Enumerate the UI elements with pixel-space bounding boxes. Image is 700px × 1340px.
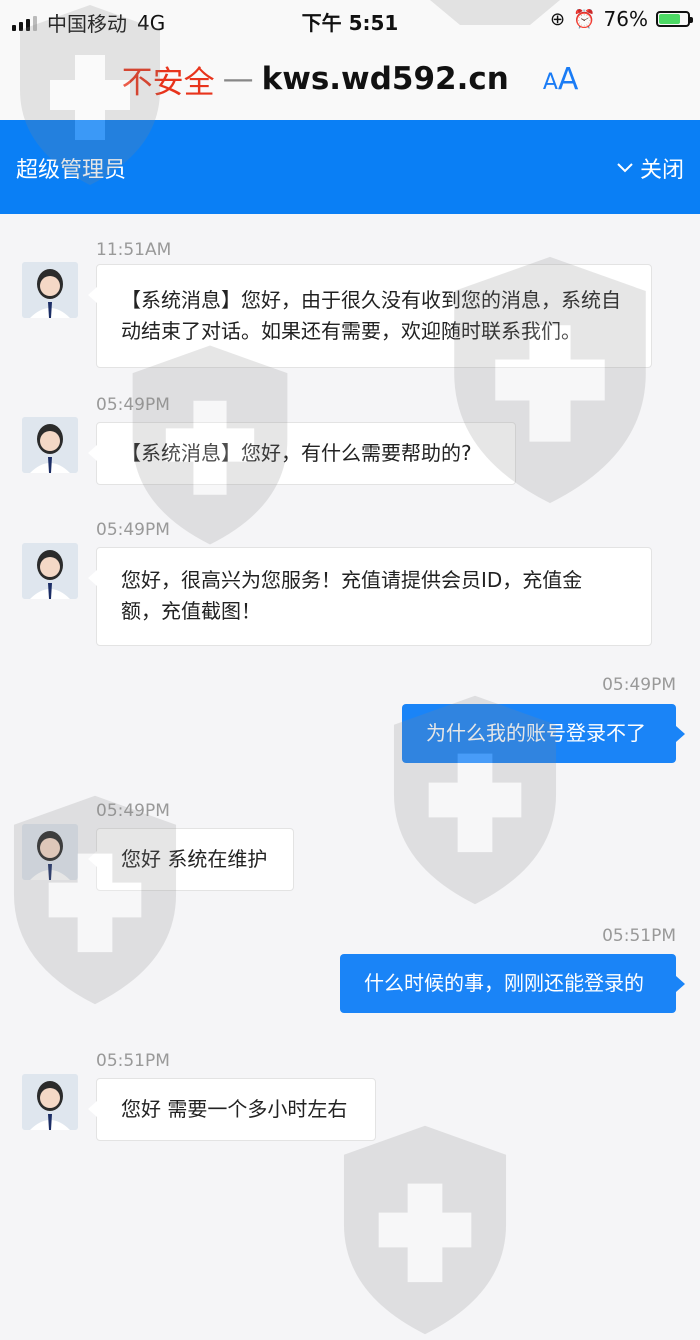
status-bar: 中国移动 4G 下午 5:51 ⊕ ⏰ 76% <box>0 0 700 38</box>
battery-fill <box>659 14 681 24</box>
incoming-message-bubble: 您好，很高兴为您服务！充值请提供会员ID，充值金额，充值截图！ <box>88 547 652 646</box>
battery-icon <box>656 11 693 27</box>
chat-title: 超级管理员 <box>16 158 127 183</box>
rotation-lock-icon: ⊕ <box>550 8 566 30</box>
message-time: 05:49PM <box>96 520 170 540</box>
agent-avatar <box>22 543 78 599</box>
url-text: kws.wd592.cn <box>261 61 509 97</box>
url-separator: — <box>222 61 254 97</box>
battery-percent: 76% <box>603 7 648 31</box>
message-time: 05:49PM <box>96 801 170 821</box>
message-time: 05:51PM <box>602 926 676 946</box>
message-time: 11:51AM <box>96 240 172 260</box>
agent-avatar <box>22 824 78 880</box>
close-label: 关闭 <box>639 158 684 183</box>
agent-avatar <box>22 1074 78 1130</box>
incoming-message-bubble: 【系统消息】您好，有什么需要帮助的? <box>88 422 516 485</box>
address-bar[interactable]: 不安全 — kws.wd592.cn AA <box>0 38 700 120</box>
message-time: 05:49PM <box>602 675 676 695</box>
close-button[interactable]: 关闭 <box>616 152 684 184</box>
status-right: ⊕ ⏰ 76% <box>550 7 693 31</box>
security-warning: 不安全 <box>121 64 215 101</box>
incoming-message-bubble: 您好 系统在维护 <box>88 828 294 891</box>
text-size-button[interactable]: AA <box>543 62 579 97</box>
chevron-down-icon <box>617 163 633 173</box>
chat-area[interactable]: 11:51AM 【系统消息】您好，由于很久没有收到您的消息，系统自动结束了对话。… <box>0 214 700 1246</box>
message-time: 05:49PM <box>96 395 170 415</box>
agent-avatar <box>22 417 78 473</box>
message-time: 05:51PM <box>96 1051 170 1071</box>
incoming-message-bubble: 您好 需要一个多小时左右 <box>88 1078 376 1141</box>
alarm-icon: ⏰ <box>573 8 596 30</box>
outgoing-message-bubble: 什么时候的事，刚刚还能登录的 <box>340 954 685 1013</box>
agent-avatar <box>22 262 78 318</box>
incoming-message-bubble: 【系统消息】您好，由于很久没有收到您的消息，系统自动结束了对话。如果还有需要，欢… <box>88 264 652 368</box>
outgoing-message-bubble: 为什么我的账号登录不了 <box>402 704 685 763</box>
chat-header: 超级管理员 关闭 <box>0 120 700 214</box>
